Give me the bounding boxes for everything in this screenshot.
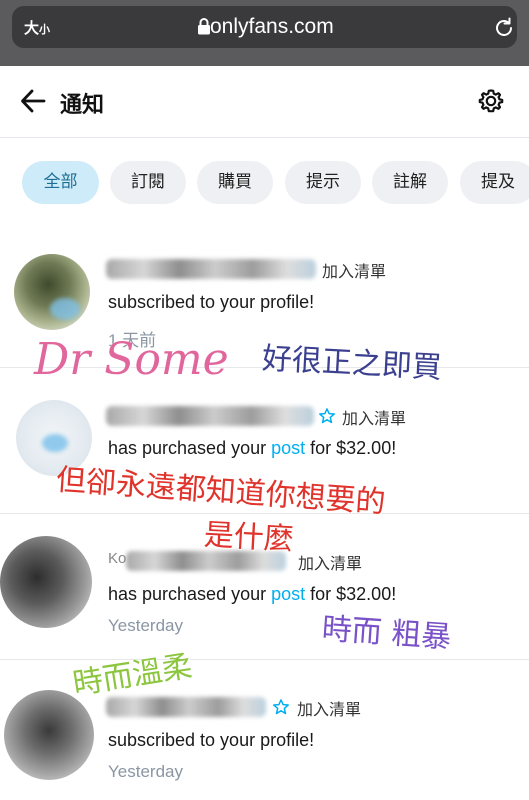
- notification-message: subscribed to your profile!: [108, 730, 315, 750]
- text-size-button[interactable]: 大小: [24, 17, 50, 38]
- page-title: 通知: [60, 93, 105, 118]
- star-icon[interactable]: [318, 407, 336, 425]
- overlay-caption: 好很正之即買: [261, 341, 443, 386]
- message-text: for $32.00!: [305, 584, 397, 604]
- message-text: for $32.00!: [305, 438, 397, 458]
- star-icon[interactable]: [272, 698, 290, 716]
- post-link[interactable]: post: [271, 438, 305, 458]
- avatar[interactable]: [4, 690, 94, 780]
- text-size-large: 大: [24, 19, 40, 37]
- message-text: has purchased your: [108, 438, 272, 458]
- reload-icon[interactable]: [492, 16, 516, 40]
- notification-time: Yesterday: [108, 762, 183, 781]
- address-bar[interactable]: 大小 onlyfans.com: [12, 6, 517, 48]
- add-to-list-button[interactable]: 加入清單: [297, 696, 361, 720]
- lock-icon: [198, 18, 210, 35]
- blurred-username[interactable]: [106, 406, 314, 426]
- add-to-list-button[interactable]: 加入清單: [298, 550, 362, 574]
- tab-all[interactable]: 全部: [22, 161, 99, 204]
- browser-bar: 大小 onlyfans.com: [0, 0, 529, 66]
- gear-icon[interactable]: [476, 86, 506, 116]
- url-text[interactable]: onlyfans.com: [210, 15, 334, 39]
- post-link[interactable]: post: [271, 584, 305, 604]
- filter-tabs: 全部 訂閱 購買 提示 註解 提及: [0, 161, 529, 205]
- message-text: has purchased your: [108, 584, 272, 604]
- username-fragment[interactable]: Ko: [108, 550, 126, 567]
- overlay-caption: 是什麼: [202, 517, 295, 558]
- notification-time: Yesterday: [108, 616, 183, 635]
- text-size-small: 小: [39, 23, 51, 36]
- tab-comments[interactable]: 註解: [372, 161, 448, 204]
- back-arrow-icon[interactable]: [20, 88, 46, 114]
- tab-mentions[interactable]: 提及: [460, 161, 529, 204]
- blurred-username[interactable]: [106, 259, 316, 279]
- add-to-list-button[interactable]: 加入清單: [342, 405, 406, 429]
- avatar[interactable]: [0, 536, 92, 628]
- notification-message: has purchased your post for $32.00!: [108, 584, 396, 605]
- blurred-username[interactable]: [106, 697, 266, 717]
- tab-subscriptions[interactable]: 訂閱: [110, 161, 186, 204]
- overlay-signature: Dr Some: [34, 334, 229, 385]
- tab-tips[interactable]: 提示: [285, 161, 361, 204]
- notification-message: subscribed to your profile!: [108, 292, 315, 312]
- overlay-caption: 時而 粗暴: [320, 611, 453, 656]
- app-header: 通知: [0, 66, 529, 138]
- notification-message: has purchased your post for $32.00!: [108, 438, 396, 459]
- avatar[interactable]: [14, 254, 90, 330]
- add-to-list-button[interactable]: 加入清單: [322, 258, 386, 282]
- tab-purchases[interactable]: 購買: [197, 161, 273, 204]
